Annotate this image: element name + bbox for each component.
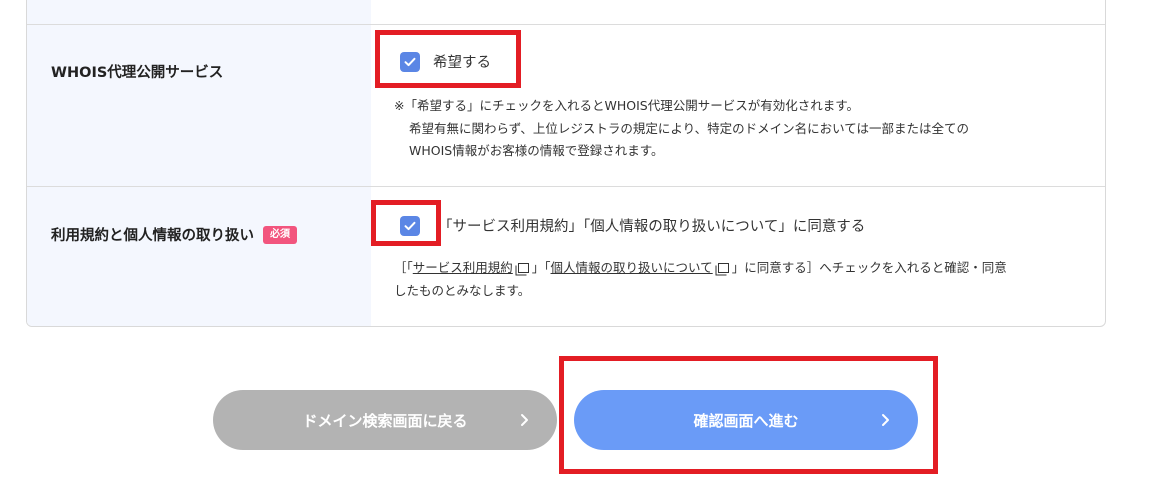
page: WHOIS代理公開サービス 希望する ※「希望する」にチェックを入れるとWHOI… bbox=[0, 0, 1165, 485]
form-table: WHOIS代理公開サービス 希望する ※「希望する」にチェックを入れるとWHOI… bbox=[26, 0, 1106, 327]
terms-note-line-2: したものとみなします。 bbox=[394, 282, 531, 298]
whois-note-line-3: WHOIS情報がお客様の情報で登録されます。 bbox=[409, 143, 664, 158]
whois-row-label: WHOIS代理公開サービス bbox=[51, 61, 223, 82]
required-badge: 必須 bbox=[263, 225, 297, 244]
terms-note-line-1: ［「サービス利用規約 」「個人情報の取り扱いについて 」に同意する］へチェックを入れ… bbox=[394, 257, 1007, 280]
terms-checkbox-label[interactable]: 「サービス利用規約」「個人情報の取り扱いについて」に同意する bbox=[438, 215, 865, 236]
row-divider-middle bbox=[27, 186, 1105, 187]
highlight-box-terms bbox=[371, 200, 441, 246]
terms-note-prefix: ［「 bbox=[394, 260, 413, 275]
highlight-box-whois bbox=[375, 30, 521, 88]
next-button-label: 確認画面へ進む bbox=[693, 411, 799, 430]
whois-label-text: WHOIS代理公開サービス bbox=[51, 65, 224, 81]
whois-note: ※「希望する」にチェックを入れるとWHOIS代理公開サービスが有効化されます。 … bbox=[394, 95, 969, 163]
terms-note: ［「サービス利用規約 」「個人情報の取り扱いについて 」に同意する］へチェックを入れ… bbox=[394, 257, 1007, 302]
proceed-to-confirm-button[interactable]: 確認画面へ進む bbox=[574, 390, 918, 450]
terms-label-text: 利用規約と個人情報の取り扱い bbox=[51, 228, 254, 244]
terms-note-mid: 」「 bbox=[531, 260, 551, 275]
back-to-domain-search-button[interactable]: ドメイン検索画面に戻る bbox=[213, 390, 557, 450]
external-link-icon bbox=[717, 262, 729, 273]
whois-note-line-1: ※「希望する」にチェックを入れるとWHOIS代理公開サービスが有効化されます。 bbox=[394, 98, 859, 113]
back-button-label: ドメイン検索画面に戻る bbox=[302, 411, 468, 430]
row-divider-top bbox=[27, 24, 1105, 25]
label-column bbox=[27, 0, 371, 326]
whois-note-line-2: 希望有無に関わらず、上位レジストラの規定により、特定のドメイン名においては一部ま… bbox=[409, 120, 970, 136]
chevron-right-icon bbox=[882, 414, 889, 426]
privacy-policy-link[interactable]: 個人情報の取り扱いについて bbox=[551, 260, 713, 275]
terms-note-suffix: 」に同意する］へチェックを入れると確認・同意 bbox=[731, 260, 1007, 275]
external-link-icon bbox=[517, 262, 529, 273]
terms-of-service-link[interactable]: サービス利用規約 bbox=[413, 260, 513, 275]
terms-row-label: 利用規約と個人情報の取り扱い 必須 bbox=[51, 224, 297, 245]
terms-checkbox-row[interactable]: 「サービス利用規約」「個人情報の取り扱いについて」に同意する bbox=[400, 215, 865, 236]
chevron-right-icon bbox=[521, 414, 528, 426]
